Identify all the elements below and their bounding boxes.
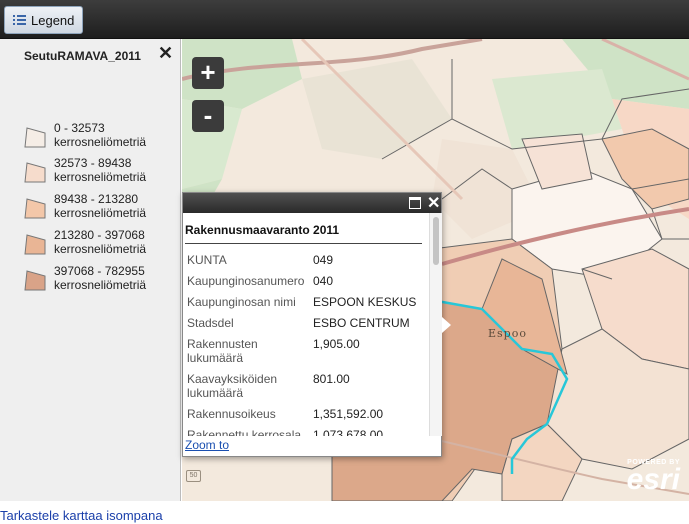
legend-swatch-icon	[24, 127, 46, 148]
legend-item-range: 397068 - 782955	[54, 264, 145, 278]
popup-title: Rakennusmaavaranto 2011	[185, 223, 340, 237]
attribute-value: 049	[313, 253, 334, 267]
attribute-key: Rakennusoikeus	[187, 407, 276, 421]
legend-item-unit: kerrosneliömetriä	[54, 242, 147, 256]
view-larger-map-link[interactable]: Tarkastele karttaa isompana	[0, 508, 163, 523]
esri-brand: esri	[626, 463, 680, 496]
legend-item: 213280 - 397068 kerrosneliömetriä	[24, 228, 174, 262]
legend-list-icon	[13, 14, 26, 27]
legend-item-range: 213280 - 397068	[54, 228, 145, 242]
legend-swatch-icon	[24, 162, 46, 183]
legend-item-range: 89438 - 213280	[54, 192, 139, 206]
attribute-value: 1,073,678.00	[313, 428, 384, 436]
close-icon[interactable]: ✕	[158, 43, 173, 64]
attribute-key: KUNTA	[187, 253, 227, 267]
popup-scrollbar[interactable]	[429, 213, 442, 436]
attribute-value: ESBO CENTRUM	[313, 316, 410, 330]
legend-item-range: 32573 - 89438	[54, 156, 132, 170]
popup-titlebar: ✕	[183, 193, 441, 213]
legend-item: 32573 - 89438 kerrosneliömetriä	[24, 156, 174, 190]
legend-item-unit: kerrosneliömetriä	[54, 135, 147, 149]
zoom-to-link[interactable]: Zoom to	[185, 438, 229, 452]
legend-item: 0 - 32573 kerrosneliömetriä	[24, 121, 174, 155]
legend-layer-title: SeutuRAMAVA_2011	[24, 49, 141, 63]
popup-pointer	[442, 317, 451, 333]
legend-swatch-icon	[24, 234, 46, 255]
attribute-key: Rakennettu kerrosala	[187, 428, 302, 436]
close-icon[interactable]: ✕	[427, 193, 440, 213]
info-popup: ✕ Rakennusmaavaranto 2011 KUNTA 049 Kaup…	[182, 192, 442, 457]
zoom-in-button[interactable]: +	[192, 57, 224, 89]
road-shield-icon: 50	[186, 470, 201, 482]
legend-swatch-icon	[24, 198, 46, 219]
legend-item: 89438 - 213280 kerrosneliömetriä	[24, 192, 174, 226]
attribute-value: 040	[313, 274, 334, 288]
legend-item-unit: kerrosneliömetriä	[54, 206, 147, 220]
legend-item-range: 0 - 32573	[54, 121, 105, 135]
divider	[185, 243, 422, 244]
map-toolbar: Legend	[0, 0, 689, 39]
legend-item-unit: kerrosneliömetriä	[54, 278, 147, 292]
attribute-key: Kaavayksiköiden lukumäärä	[187, 372, 278, 400]
attribute-value: 1,905.00	[313, 337, 360, 351]
attribute-key: Kaupunginosan nimi	[187, 295, 296, 309]
map-place-label: Espoo	[488, 327, 527, 340]
esri-logo[interactable]: POWERED BY esri	[614, 459, 680, 497]
legend-item-unit: kerrosneliömetriä	[54, 170, 147, 184]
zoom-out-button[interactable]: -	[192, 100, 224, 132]
legend-button[interactable]: Legend	[4, 6, 84, 34]
scrollbar-thumb[interactable]	[433, 217, 439, 265]
attribute-key: Kaupunginosanumero	[187, 274, 305, 288]
legend-button-label: Legend	[31, 12, 75, 28]
attribute-key: Rakennusten lukumäärä	[187, 337, 258, 365]
maximize-icon[interactable]	[409, 197, 421, 209]
attribute-value: ESPOON KESKUS	[313, 295, 417, 309]
attribute-value: 1,351,592.00	[313, 407, 384, 421]
legend-item: 397068 - 782955 kerrosneliömetriä	[24, 264, 174, 298]
attribute-key: Stadsdel	[187, 316, 234, 330]
popup-content[interactable]: Rakennusmaavaranto 2011 KUNTA 049 Kaupun…	[183, 213, 429, 436]
legend-swatch-icon	[24, 270, 46, 291]
attribute-value: 801.00	[313, 372, 350, 386]
